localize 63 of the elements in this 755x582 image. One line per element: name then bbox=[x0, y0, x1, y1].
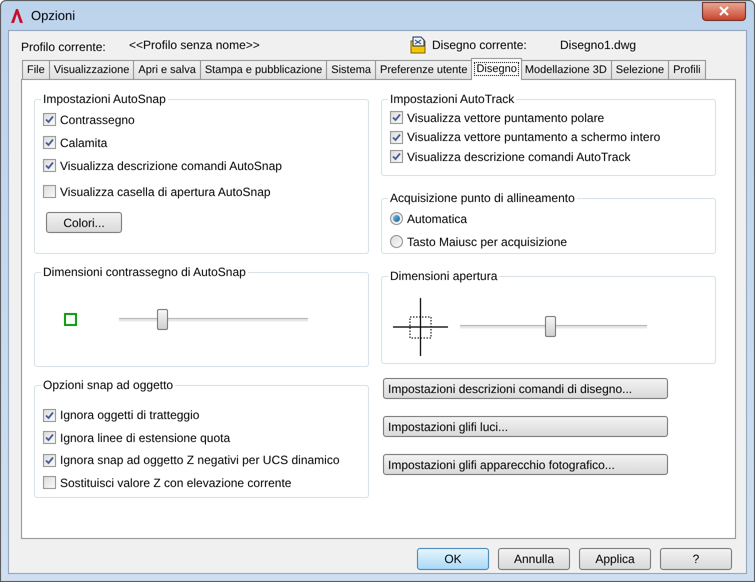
settings-button[interactable]: Impostazioni glifi apparecchio fotografico... bbox=[383, 454, 668, 475]
checkbox-label: Visualizza vettore puntamento a schermo intero bbox=[407, 129, 660, 146]
checkbox[interactable] bbox=[43, 431, 56, 444]
checkbox[interactable] bbox=[390, 130, 403, 144]
settings-button[interactable]: Impostazioni glifi luci... bbox=[383, 416, 668, 437]
radio-label: Tasto Maiusc per acquisizione bbox=[407, 234, 568, 250]
close-icon bbox=[719, 6, 729, 16]
checkbox[interactable] bbox=[390, 150, 403, 164]
checkbox[interactable] bbox=[43, 185, 56, 198]
marker-preview-icon bbox=[64, 313, 77, 326]
checkbox-label: Ignora snap ad oggetto Z negativi per UCS dinamico bbox=[60, 452, 340, 470]
slider-thumb[interactable] bbox=[544, 316, 556, 337]
dialog-button[interactable]: OK bbox=[417, 548, 489, 570]
group-title: Dimensioni contrassegno di AutoSnap bbox=[42, 264, 247, 281]
checkbox-label: Ignora linee di estensione quota bbox=[60, 430, 230, 447]
checkbox[interactable] bbox=[43, 159, 56, 172]
tab[interactable]: Modellazione 3D bbox=[520, 60, 612, 79]
colors-button[interactable]: Colori... bbox=[46, 212, 122, 233]
drawing-value: Disegno1.dwg bbox=[560, 37, 636, 54]
checkbox-label: Visualizza casella di apertura AutoSnap bbox=[60, 184, 271, 200]
checkbox[interactable] bbox=[43, 408, 56, 422]
checkbox-label: Visualizza vettore puntamento polare bbox=[407, 110, 604, 127]
checkbox-label: Visualizza descrizione comandi AutoTrack bbox=[407, 148, 630, 166]
checkbox[interactable] bbox=[390, 111, 403, 124]
group-title: Dimensioni apertura bbox=[389, 268, 498, 285]
tab[interactable]: Stampa e pubblicazione bbox=[200, 60, 328, 79]
tab[interactable]: Preferenze utente bbox=[375, 60, 472, 79]
close-button[interactable] bbox=[702, 2, 746, 20]
profile-value: <<Profilo senza nome>> bbox=[129, 37, 261, 54]
tab[interactable]: File bbox=[22, 60, 50, 79]
checkbox-label: Ignora oggetti di tratteggio bbox=[60, 407, 200, 424]
window-title: Opzioni bbox=[31, 6, 76, 25]
checkbox[interactable] bbox=[43, 476, 56, 490]
group-title: Acquisizione punto di allineamento bbox=[389, 190, 576, 207]
dialog-button[interactable]: Annulla bbox=[498, 548, 570, 570]
checkbox-label: Visualizza descrizione comandi AutoSnap bbox=[60, 158, 282, 174]
settings-button[interactable]: Impostazioni descrizioni comandi di disegno... bbox=[383, 378, 668, 399]
checkbox[interactable] bbox=[43, 113, 56, 126]
tab[interactable]: Profili bbox=[668, 60, 706, 79]
group-title: Impostazioni AutoTrack bbox=[389, 91, 516, 108]
tab[interactable]: Sistema bbox=[326, 60, 376, 79]
checkbox-label: Sostituisci valore Z con elevazione corrente bbox=[60, 474, 292, 492]
tab[interactable]: Apri e salva bbox=[133, 60, 201, 79]
radio-button[interactable] bbox=[390, 235, 403, 248]
tab[interactable]: Visualizzazione bbox=[48, 60, 134, 79]
radio-button[interactable] bbox=[390, 212, 403, 225]
checkbox-label: Calamita bbox=[60, 134, 108, 152]
tab[interactable]: Disegno bbox=[471, 58, 522, 80]
app-logo-icon bbox=[9, 8, 25, 24]
checkbox[interactable] bbox=[43, 136, 56, 149]
checkbox[interactable] bbox=[43, 454, 56, 467]
drawing-label: Disegno corrente: bbox=[432, 37, 528, 54]
checkbox-label: Contrassegno bbox=[60, 112, 135, 128]
dialog-button[interactable]: Applica bbox=[579, 548, 651, 570]
radio-label: Automatica bbox=[407, 210, 468, 228]
dialog-button[interactable]: ? bbox=[660, 548, 732, 570]
profile-label: Profilo corrente: bbox=[21, 39, 107, 56]
tab[interactable]: Selezione bbox=[610, 60, 670, 79]
aperture-preview-icon bbox=[393, 298, 448, 356]
drawing-file-icon bbox=[409, 36, 427, 54]
group-title: Opzioni snap ad oggetto bbox=[42, 377, 174, 394]
group-title: Impostazioni AutoSnap bbox=[42, 91, 167, 108]
slider-thumb[interactable] bbox=[157, 308, 168, 330]
